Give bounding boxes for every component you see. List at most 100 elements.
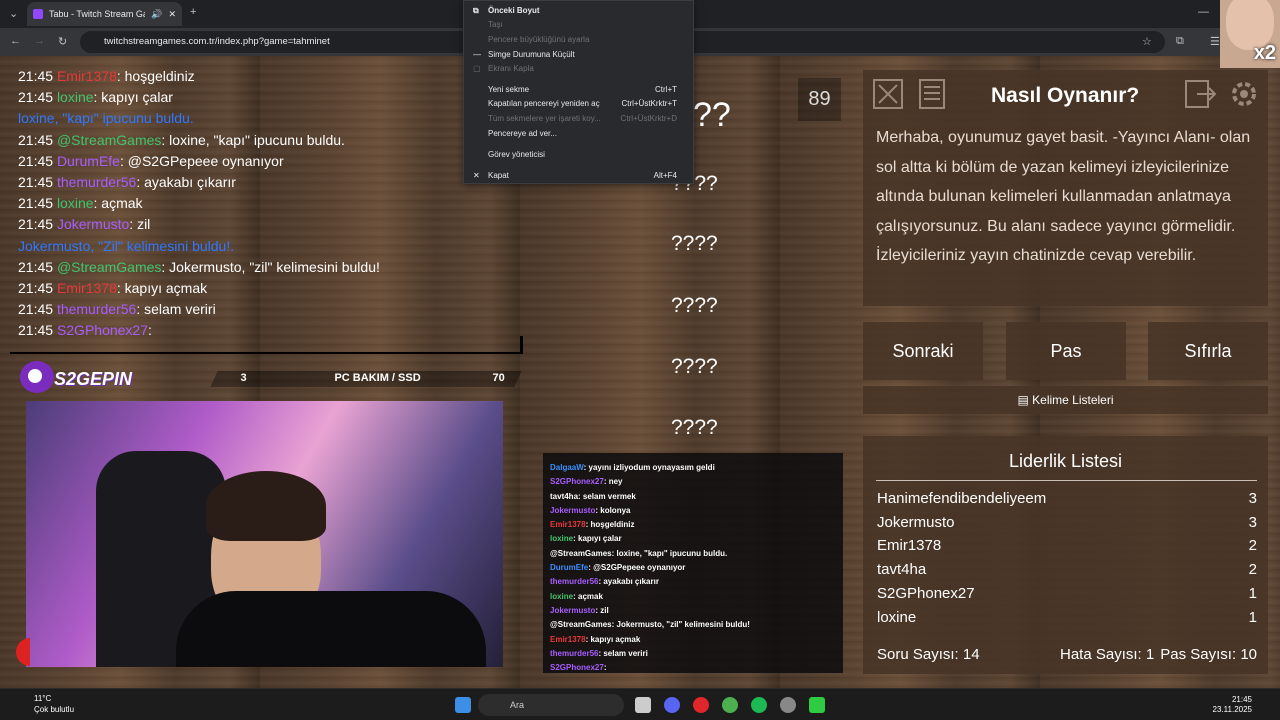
- task-view-icon[interactable]: [635, 697, 651, 713]
- mini-chat-text: : hoşgeldiniz: [585, 520, 635, 530]
- mini-chat-message: S2GPhonex27:: [550, 661, 843, 675]
- mini-chat-text: : @S2GPepeee oynanıyor: [588, 563, 686, 573]
- player-name: loxine: [877, 608, 917, 626]
- chat-username[interactable]: S2GPhonex27: [57, 322, 148, 338]
- menu-item-label: Ekranı Kapla: [488, 64, 534, 73]
- word-lists-button[interactable]: ▤ Kelime Listeleri: [863, 386, 1268, 414]
- extensions-icon[interactable]: ⧉: [1176, 35, 1184, 48]
- back-icon[interactable]: ←: [10, 35, 21, 47]
- mini-chat-text: : kapıyı açmak: [585, 634, 641, 644]
- chat-time: 21:45: [18, 131, 54, 148]
- context-menu-item: Taşı: [464, 20, 693, 29]
- record-indicator: [16, 638, 30, 666]
- mini-chat-username: Jokermusto: [550, 505, 596, 515]
- clock-date: 23.11.2025: [1212, 705, 1252, 714]
- streamer-hair: [206, 471, 326, 541]
- chat-username[interactable]: DurumEfe: [57, 153, 120, 169]
- tab-close-icon[interactable]: ✕: [168, 9, 176, 20]
- browser-tab[interactable]: Tabu - Twitch Stream Game 🔊 ✕: [27, 2, 182, 26]
- context-menu-item[interactable]: ✕ Kapat Alt+F4: [464, 171, 693, 180]
- mini-chat-text: : ney: [603, 477, 623, 487]
- chat-message: 21:45 loxine: açmak: [18, 193, 523, 214]
- mini-chat-username: themurder56: [550, 577, 599, 587]
- chat-message: 21:45 @StreamGames: loxine, "kapı" ipucu…: [18, 130, 523, 151]
- opera-icon[interactable]: [693, 697, 709, 713]
- spotify-icon[interactable]: [751, 697, 767, 713]
- reload-icon[interactable]: ↻: [58, 35, 67, 48]
- chat-message: 21:45 loxine: kapıyı çalar: [18, 87, 523, 108]
- divider: [10, 352, 523, 354]
- next-button[interactable]: Sonraki: [863, 322, 983, 380]
- context-menu-item[interactable]: Pencereye ad ver...: [464, 129, 693, 138]
- chat-username[interactable]: Jokermusto: [57, 216, 129, 232]
- streamer-body: [176, 591, 486, 667]
- notes-icon[interactable]: [915, 77, 949, 111]
- leaderboard-row: Jokermusto 3: [877, 514, 1257, 531]
- chat-username[interactable]: themurder56: [57, 174, 136, 190]
- context-menu-item[interactable]: Görev yöneticisi: [464, 150, 693, 159]
- mini-chat-text: : kolonya: [595, 505, 631, 515]
- chat-time: 21:45: [18, 89, 54, 106]
- chat-username[interactable]: loxine, "kapı" ipucunu buldu.: [18, 110, 194, 126]
- chat-text: : selam veriri: [136, 301, 216, 318]
- chat-username[interactable]: @StreamGames: [57, 132, 161, 148]
- forward-icon[interactable]: →: [34, 35, 45, 47]
- chat-username[interactable]: Jokermusto, "Zil" kelimesini buldu!.: [18, 238, 234, 254]
- speaker-icon[interactable]: 🔊: [151, 9, 162, 20]
- start-icon[interactable]: [455, 697, 471, 713]
- context-menu-item[interactable]: ⧉ Önceki Boyut: [464, 6, 693, 15]
- menu-item-icon: ⧉: [473, 6, 479, 15]
- chat-time: 21:45: [18, 322, 54, 339]
- app-icon[interactable]: [809, 697, 825, 713]
- timer-counter: 89: [798, 78, 841, 121]
- mini-chat-username: Jokermusto: [550, 605, 596, 615]
- divider: [876, 480, 1257, 481]
- discord-icon[interactable]: [664, 697, 680, 713]
- new-tab-icon[interactable]: +: [190, 6, 196, 18]
- menu-item-label: Tüm sekmelere yer işareti koy...: [488, 114, 601, 123]
- context-menu-item[interactable]: — Simge Durumuna Küçült: [464, 50, 693, 59]
- fullscreen-icon[interactable]: [871, 77, 905, 111]
- player-name: Hanimefendibendeliyeem: [877, 490, 1047, 507]
- mini-chat-message: themurder56: ayakabı çıkarır: [550, 575, 843, 589]
- reset-button[interactable]: Sıfırla: [1148, 322, 1268, 380]
- weather-widget[interactable]: 11°C Çok bulutlu: [10, 693, 74, 715]
- mini-chat-text: : selam vermek: [578, 491, 636, 501]
- tab-search-icon[interactable]: ⌄: [9, 7, 18, 20]
- chat-username[interactable]: loxine: [57, 195, 94, 211]
- mini-chat-text: : loxine, "kapı" ipucunu buldu.: [611, 548, 728, 558]
- bookmark-star-icon[interactable]: ☆: [1142, 35, 1152, 48]
- chat-time: 21:45: [18, 301, 54, 318]
- chat-username[interactable]: Emir1378: [57, 68, 117, 84]
- chat-text: : @S2GPepeee oynanıyor: [119, 152, 284, 169]
- menu-icon[interactable]: ☰: [1210, 35, 1220, 48]
- chat-text: : loxine, "kapı" ipucunu buldu.: [161, 131, 345, 148]
- menu-item-shortcut: Ctrl+T: [655, 85, 677, 94]
- chat-username[interactable]: loxine: [57, 89, 94, 105]
- context-menu-item[interactable]: Kapatılan pencereyi yeniden aç Ctrl+ÜstKr…: [464, 99, 693, 108]
- mini-chat-message: Emir1378: hoşgeldiniz: [550, 518, 843, 532]
- minimize-icon[interactable]: —: [1198, 6, 1209, 18]
- logout-icon[interactable]: [1183, 77, 1217, 111]
- how-to-panel: Nasıl Oynanır? Merhaba, oyunumuz gayet b…: [863, 70, 1268, 306]
- taskbar-search[interactable]: Ara: [478, 694, 624, 716]
- mini-chat-username: themurder56: [550, 648, 599, 658]
- settings-gear-icon[interactable]: [1227, 77, 1261, 111]
- steam-icon[interactable]: [780, 697, 796, 713]
- pass-button[interactable]: Pas: [1006, 322, 1126, 380]
- how-to-title: Nasıl Oynanır?: [991, 84, 1140, 107]
- temperature: 11°C: [34, 694, 52, 703]
- player-score: 3: [1248, 513, 1257, 531]
- chat-username[interactable]: themurder56: [57, 301, 136, 317]
- chrome-icon[interactable]: [722, 697, 738, 713]
- system-clock[interactable]: 21:45 23.11.2025: [1210, 695, 1252, 715]
- divider: [520, 336, 523, 354]
- context-menu-item[interactable]: Yeni sekme Ctrl+T: [464, 85, 693, 94]
- chat-username[interactable]: Emir1378: [57, 280, 117, 296]
- chat-username[interactable]: @StreamGames: [57, 259, 161, 275]
- chat-message: loxine, "kapı" ipucunu buldu.: [18, 108, 523, 129]
- mini-chat-message: tavt4ha: selam vermek: [550, 490, 843, 504]
- leaderboard-row: loxine 1: [877, 609, 1257, 626]
- hidden-word: ??: [693, 96, 731, 134]
- error-count: Hata Sayısı: 1: [1060, 646, 1155, 663]
